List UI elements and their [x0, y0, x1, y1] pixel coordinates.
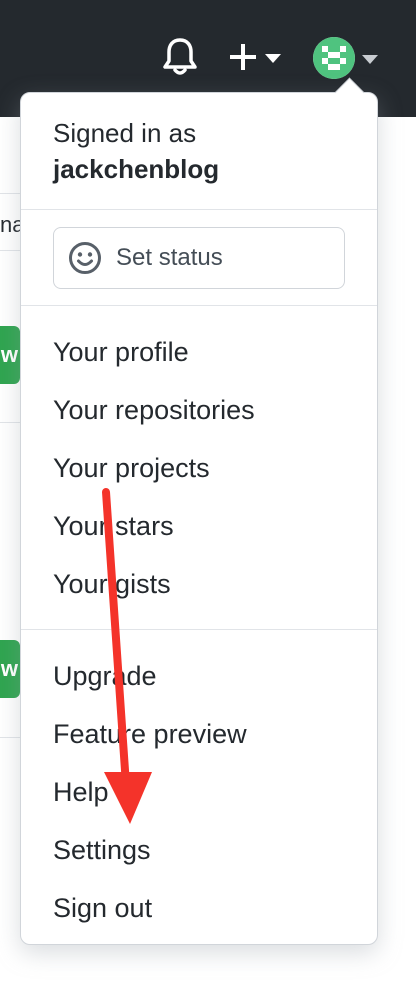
username[interactable]: jackchenblog — [53, 153, 219, 187]
avatar[interactable] — [313, 37, 355, 79]
menu-item-your-projects[interactable]: Your projects — [53, 453, 210, 484]
identicon-avatar — [313, 37, 355, 79]
menu-item-your-stars[interactable]: Your stars — [53, 511, 174, 542]
set-status-button[interactable]: Set status — [53, 227, 345, 289]
signed-in-info: Signed in as jackchenblog — [53, 117, 219, 187]
menu-item-feature-preview[interactable]: Feature preview — [53, 719, 247, 750]
divider — [21, 209, 377, 210]
user-dropdown-menu: Signed in as jackchenblog Set status You… — [20, 77, 378, 945]
menu-item-help[interactable]: Help — [53, 777, 109, 808]
set-status-label: Set status — [116, 244, 223, 271]
plus-icon[interactable] — [228, 42, 258, 72]
green-button[interactable]: w — [0, 326, 20, 384]
menu-item-upgrade[interactable]: Upgrade — [53, 661, 157, 692]
divider — [0, 737, 20, 738]
caret-down-icon[interactable] — [265, 54, 281, 63]
divider — [0, 193, 20, 194]
smiley-icon — [69, 242, 101, 274]
menu-item-settings[interactable]: Settings — [53, 835, 151, 866]
divider — [0, 250, 20, 251]
caret-down-icon[interactable] — [362, 55, 378, 64]
signed-in-label: Signed in as — [53, 118, 197, 148]
menu-item-your-repositories[interactable]: Your repositories — [53, 395, 255, 426]
divider — [0, 422, 20, 423]
divider — [21, 629, 377, 630]
menu-item-your-gists[interactable]: Your gists — [53, 569, 171, 600]
bell-icon[interactable] — [162, 36, 198, 76]
menu-item-sign-out[interactable]: Sign out — [53, 893, 152, 924]
menu-item-your-profile[interactable]: Your profile — [53, 337, 189, 368]
divider — [21, 305, 377, 306]
green-button[interactable]: w — [0, 640, 20, 698]
